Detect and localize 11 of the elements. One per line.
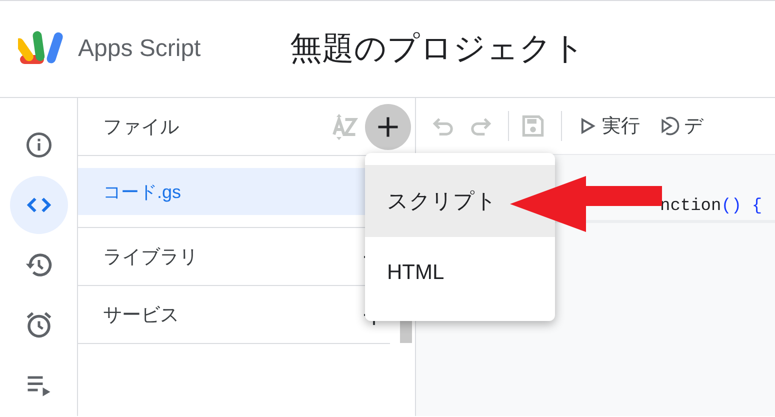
run-button[interactable]: 実行	[572, 113, 654, 139]
menu-item[interactable]: HTML	[365, 237, 555, 309]
section-title: サービス	[103, 304, 180, 328]
section-title: ライブラリ	[103, 246, 199, 270]
debug-button[interactable]: デ	[654, 113, 717, 139]
project-title[interactable]: 無題のプロジェクト	[290, 27, 585, 71]
files-heading: ファイル	[103, 116, 180, 140]
info-icon	[24, 130, 54, 160]
menu-item[interactable]: スクリプト	[365, 165, 555, 237]
app-name: Apps Script	[78, 35, 202, 63]
add-file-button[interactable]	[365, 104, 411, 150]
